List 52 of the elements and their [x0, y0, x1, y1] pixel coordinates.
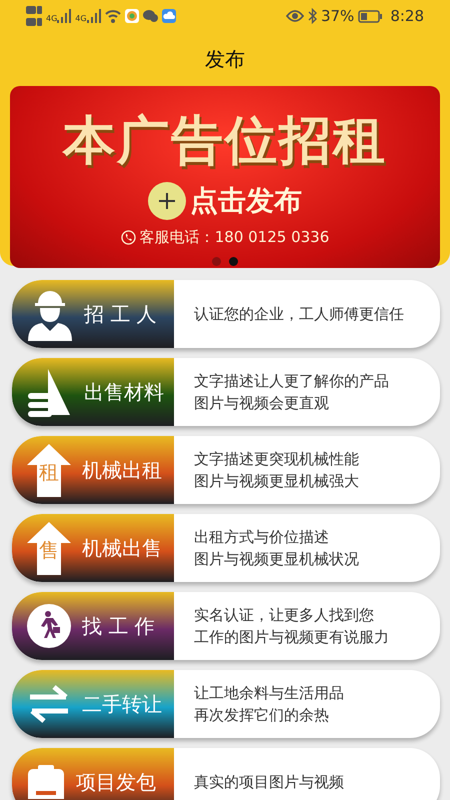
chat-icon	[142, 10, 158, 22]
walking-person-icon	[26, 603, 72, 649]
category-description: 出租方式与价位描述	[194, 526, 330, 548]
category-description: 真实的项目图片与视频	[194, 772, 344, 793]
carousel-dot[interactable]	[212, 256, 221, 266]
clock: 8:28	[390, 6, 424, 27]
category-title: 机械出售	[82, 535, 162, 562]
icon-label: 售	[39, 539, 59, 561]
banner[interactable]: 本广告位招租 点击发布 客服电话：180 0125 0336	[10, 86, 440, 268]
category-title: 出售材料	[84, 379, 164, 406]
eye-icon	[286, 10, 304, 22]
page-title: 发布	[205, 46, 245, 73]
category-card[interactable]: 租 机械出租 文字描述更突现机械性能 图片与视频更显机械强大	[12, 436, 440, 504]
category-card[interactable]: 二手转让 让工地余料与生活用品 再次发挥它们的余热	[12, 670, 440, 738]
banner-headline: 本广告位招租	[63, 109, 387, 173]
battery-icon	[358, 10, 382, 22]
category-description: 文字描述让人更了解你的产品	[194, 370, 389, 392]
hotline-text: 客服电话：180 0125 0336	[140, 227, 330, 248]
category-description: 图片与视频会更直观	[194, 393, 330, 414]
category-title: 二手转让	[82, 691, 162, 718]
category-description: 图片与视频更显机械状况	[194, 549, 359, 570]
category-card[interactable]: 招 工 人 认证您的企业，工人师傅更信任	[12, 280, 440, 348]
category-description: 文字描述更突现机械性能	[194, 448, 359, 470]
carousel-dot[interactable]	[229, 256, 238, 266]
bluetooth-icon	[308, 8, 317, 24]
phone-icon	[120, 230, 136, 245]
cloud-icon	[162, 9, 176, 23]
category-title: 机械出租	[82, 457, 162, 484]
network-label: 4G	[75, 15, 87, 23]
category-card[interactable]: 售 机械出售 出租方式与价位描述 图片与视频更显机械状况	[12, 514, 440, 582]
signal-icon	[86, 9, 101, 23]
battery-percent: 37%	[320, 6, 354, 27]
network-label: 4G	[46, 15, 58, 23]
category-description: 工作的图片与视频更有说服力	[194, 627, 389, 648]
clipboard-icon	[26, 765, 66, 799]
category-description: 图片与视频更显机械强大	[194, 471, 359, 492]
category-description: 让工地余料与生活用品	[194, 682, 344, 704]
category-title: 招 工 人	[84, 301, 157, 328]
category-title: 项目发包	[76, 769, 156, 796]
banner-action: 点击发布	[190, 183, 302, 219]
category-card[interactable]: 找 工 作 实名认证，让更多人找到您 工作的图片与视频更有说服力	[12, 592, 440, 660]
category-description: 认证您的企业，工人师傅更信任	[194, 304, 404, 325]
category-card[interactable]: 出售材料 文字描述让人更了解你的产品 图片与视频会更直观	[12, 358, 440, 426]
wifi-icon	[104, 9, 121, 23]
signal-icon	[57, 9, 72, 23]
app-icon	[124, 9, 139, 23]
category-description: 再次发挥它们的余热	[194, 705, 330, 726]
icon-label: 租	[39, 461, 59, 483]
plus-icon	[148, 182, 186, 220]
category-description: 实名认证，让更多人找到您	[194, 604, 375, 626]
category-title: 找 工 作	[82, 613, 155, 640]
category-card[interactable]: 项目发包 真实的项目图片与视频	[12, 748, 440, 800]
